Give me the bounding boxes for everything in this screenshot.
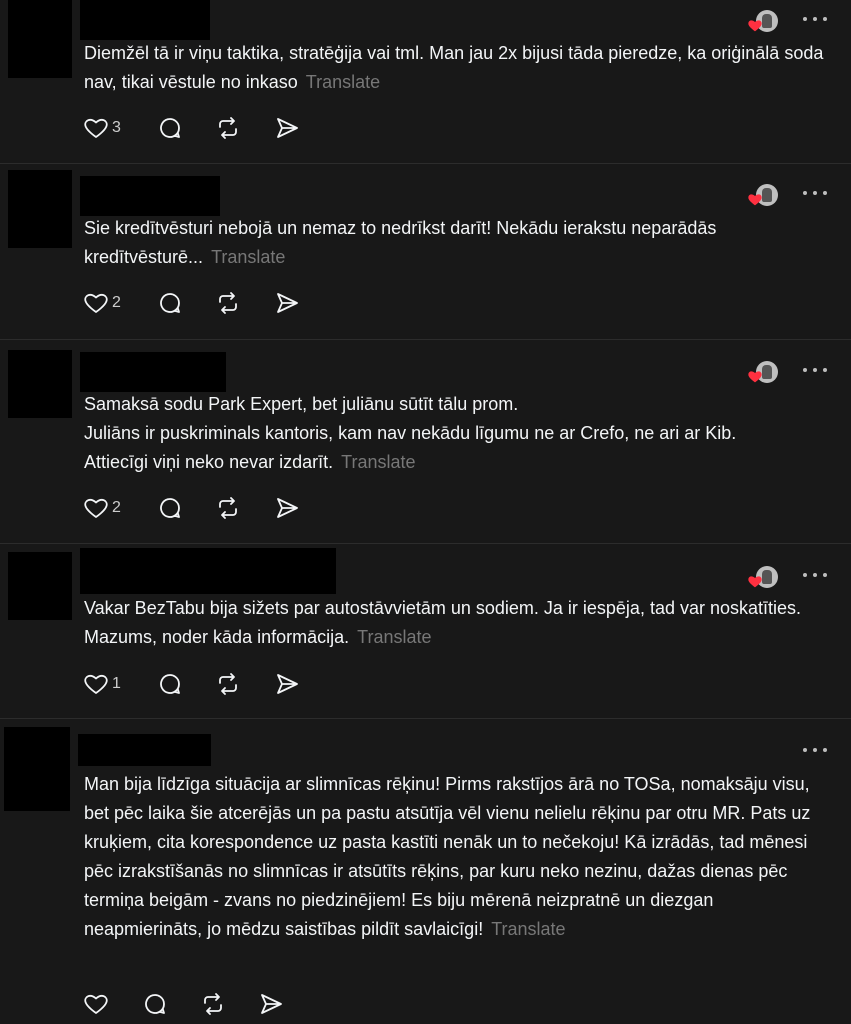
liked-by-author-indicator (748, 184, 778, 208)
like-button[interactable]: 2 (84, 289, 121, 317)
liked-heart-icon (748, 194, 762, 206)
heart-icon (84, 498, 108, 518)
liked-by-author-indicator (748, 566, 778, 590)
repost-icon (219, 117, 237, 139)
repost-button[interactable] (216, 289, 240, 317)
heart-icon (84, 994, 108, 1014)
username[interactable] (80, 548, 336, 594)
avatar[interactable] (8, 0, 72, 78)
repost-button[interactable] (201, 990, 225, 1018)
comment-button[interactable] (158, 494, 182, 522)
heart-icon (84, 293, 108, 313)
repost-icon (219, 292, 237, 314)
divider (0, 163, 851, 164)
like-count: 1 (112, 675, 121, 692)
liked-heart-icon (748, 20, 762, 32)
divider (0, 718, 851, 719)
translate-link[interactable]: Translate (357, 627, 431, 647)
username[interactable] (80, 176, 220, 216)
like-count: 2 (112, 294, 121, 311)
more-icon[interactable] (803, 368, 827, 376)
comment-button[interactable] (158, 670, 182, 698)
share-icon (277, 118, 298, 138)
username[interactable] (80, 0, 210, 40)
repost-button[interactable] (216, 114, 240, 142)
more-icon[interactable] (803, 17, 827, 25)
comment-button[interactable] (143, 990, 167, 1018)
liked-by-author-indicator (748, 10, 778, 34)
username[interactable] (80, 352, 226, 392)
post-text: Vakar BezTabu bija sižets par autostāvvi… (84, 598, 802, 647)
more-icon[interactable] (803, 573, 827, 581)
share-button[interactable] (275, 114, 299, 142)
comment-button[interactable] (158, 114, 182, 142)
comment-icon (160, 498, 180, 518)
share-icon (277, 498, 298, 518)
post-text: Samaksā sodu Park Expert, bet juliānu sū… (84, 394, 737, 472)
post-text: Sie kredītvēsturi nebojā un nemaz to ned… (84, 218, 717, 267)
share-button[interactable] (275, 289, 299, 317)
divider (0, 543, 851, 544)
comment-icon (160, 118, 180, 138)
repost-icon (219, 497, 237, 519)
comment-icon (160, 674, 180, 694)
divider (0, 339, 851, 340)
username[interactable] (78, 734, 211, 766)
more-icon[interactable] (803, 748, 827, 756)
comment-icon (160, 293, 180, 313)
avatar[interactable] (4, 727, 70, 811)
repost-icon (204, 993, 222, 1015)
share-icon (277, 293, 298, 313)
share-icon (277, 674, 298, 694)
liked-heart-icon (748, 576, 762, 588)
translate-link[interactable]: Translate (211, 247, 285, 267)
avatar[interactable] (8, 170, 72, 248)
translate-link[interactable]: Translate (341, 452, 415, 472)
like-button[interactable] (84, 990, 108, 1018)
like-count: 2 (112, 499, 121, 516)
like-button[interactable]: 1 (84, 670, 121, 698)
liked-by-author-indicator (748, 361, 778, 385)
more-icon[interactable] (803, 191, 827, 199)
heart-icon (84, 118, 108, 138)
avatar[interactable] (8, 350, 72, 418)
comment-icon (145, 994, 165, 1014)
like-button[interactable]: 3 (84, 114, 121, 142)
share-button[interactable] (275, 494, 299, 522)
translate-link[interactable]: Translate (491, 919, 565, 939)
like-count: 3 (112, 119, 121, 136)
share-button[interactable] (259, 990, 283, 1018)
share-icon (261, 994, 282, 1014)
repost-icon (219, 673, 237, 695)
post-text: Man bija līdzīga situācija ar slimnīcas … (84, 774, 811, 939)
heart-icon (84, 674, 108, 694)
comment-button[interactable] (158, 289, 182, 317)
repost-button[interactable] (216, 494, 240, 522)
avatar[interactable] (8, 552, 72, 620)
share-button[interactable] (275, 670, 299, 698)
post-text: Diemžēl tā ir viņu taktika, stratēģija v… (84, 43, 824, 92)
like-button[interactable]: 2 (84, 494, 121, 522)
translate-link[interactable]: Translate (306, 72, 380, 92)
repost-button[interactable] (216, 670, 240, 698)
liked-heart-icon (748, 371, 762, 383)
